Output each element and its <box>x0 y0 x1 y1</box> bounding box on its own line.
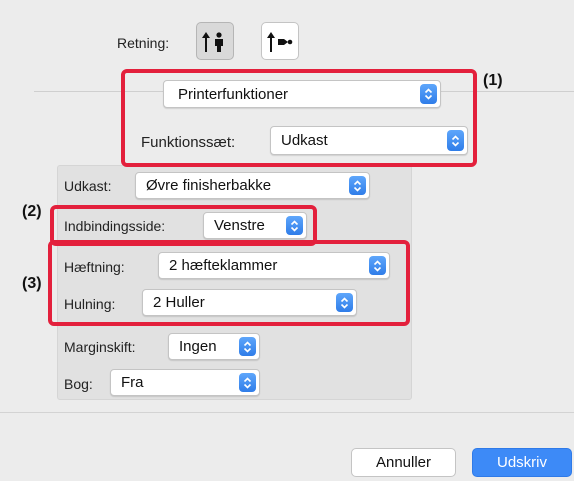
print-button[interactable]: Udskriv <box>472 448 572 477</box>
output-label: Udkast: <box>64 178 112 194</box>
orientation-label: Retning: <box>117 35 170 51</box>
margin-shift-label: Marginskift: <box>64 339 136 355</box>
callout-3: (3) <box>22 275 42 292</box>
highlight-frame-3 <box>48 240 410 326</box>
landscape-orientation-button[interactable] <box>261 22 299 60</box>
portrait-orientation-button[interactable] <box>196 22 234 60</box>
booklet-label: Bog: <box>64 376 93 392</box>
booklet-select[interactable]: Fra <box>110 369 260 396</box>
cancel-button[interactable]: Annuller <box>351 448 456 477</box>
margin-shift-value: Ingen <box>179 338 217 355</box>
portrait-orientation-icon <box>202 32 223 52</box>
callout-1: (1) <box>483 72 503 89</box>
chevron-updown-icon <box>239 373 256 392</box>
margin-shift-select[interactable]: Ingen <box>168 333 260 360</box>
callout-2: (2) <box>22 203 42 220</box>
divider <box>0 412 574 413</box>
chevron-updown-icon <box>239 337 256 356</box>
output-value: Øvre finisherbakke <box>146 177 272 194</box>
chevron-updown-icon <box>349 176 366 195</box>
booklet-value: Fra <box>121 374 144 391</box>
landscape-orientation-icon <box>267 32 293 52</box>
highlight-frame-1 <box>121 69 477 167</box>
output-select[interactable]: Øvre finisherbakke <box>135 172 370 199</box>
